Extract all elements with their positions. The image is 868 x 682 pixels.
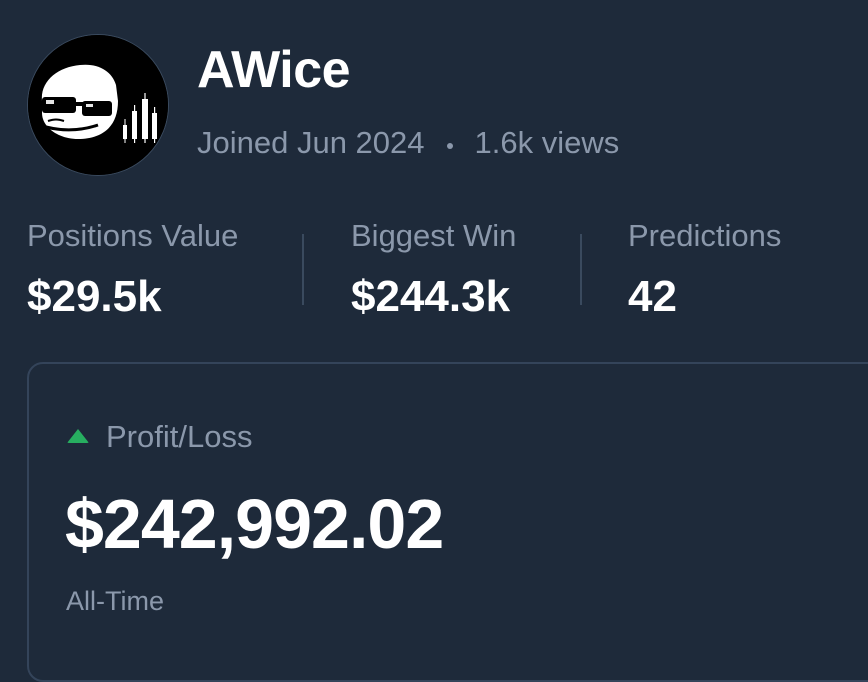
stat-biggest-win: Biggest Win $244.3k [351, 217, 516, 322]
triangle-up-icon [67, 429, 89, 443]
separator-dot [446, 143, 453, 149]
stat-value: $244.3k [351, 272, 511, 321]
profit-loss-card: Profit/Loss $242,992.02 All-Time [27, 362, 868, 682]
stat-value: 42 [628, 272, 677, 321]
avatar [27, 34, 169, 176]
profile-username: AWice [197, 41, 351, 99]
stat-label: Positions Value [27, 218, 239, 253]
stat-label: Biggest Win [351, 218, 517, 253]
stat-predictions: Predictions 42 [628, 217, 781, 322]
stat-divider [580, 234, 582, 305]
profit-loss-title: Profit/Loss [106, 419, 253, 454]
profit-loss-value: $242,992.02 [65, 485, 444, 563]
view-count: 1.6k views [474, 125, 620, 160]
profit-loss-header: Profit/Loss [67, 418, 252, 456]
stat-value: $29.5k [27, 272, 162, 321]
stat-divider [302, 234, 304, 305]
joined-date: Joined Jun 2024 [197, 125, 425, 160]
stat-positions-value: Positions Value $29.5k [27, 217, 238, 322]
profit-loss-period[interactable]: All-Time [66, 585, 164, 617]
profile-meta: Joined Jun 2024 1.6k views [197, 124, 619, 162]
pepe-sunglasses-avatar-icon [28, 35, 168, 175]
stat-label: Predictions [628, 218, 782, 253]
